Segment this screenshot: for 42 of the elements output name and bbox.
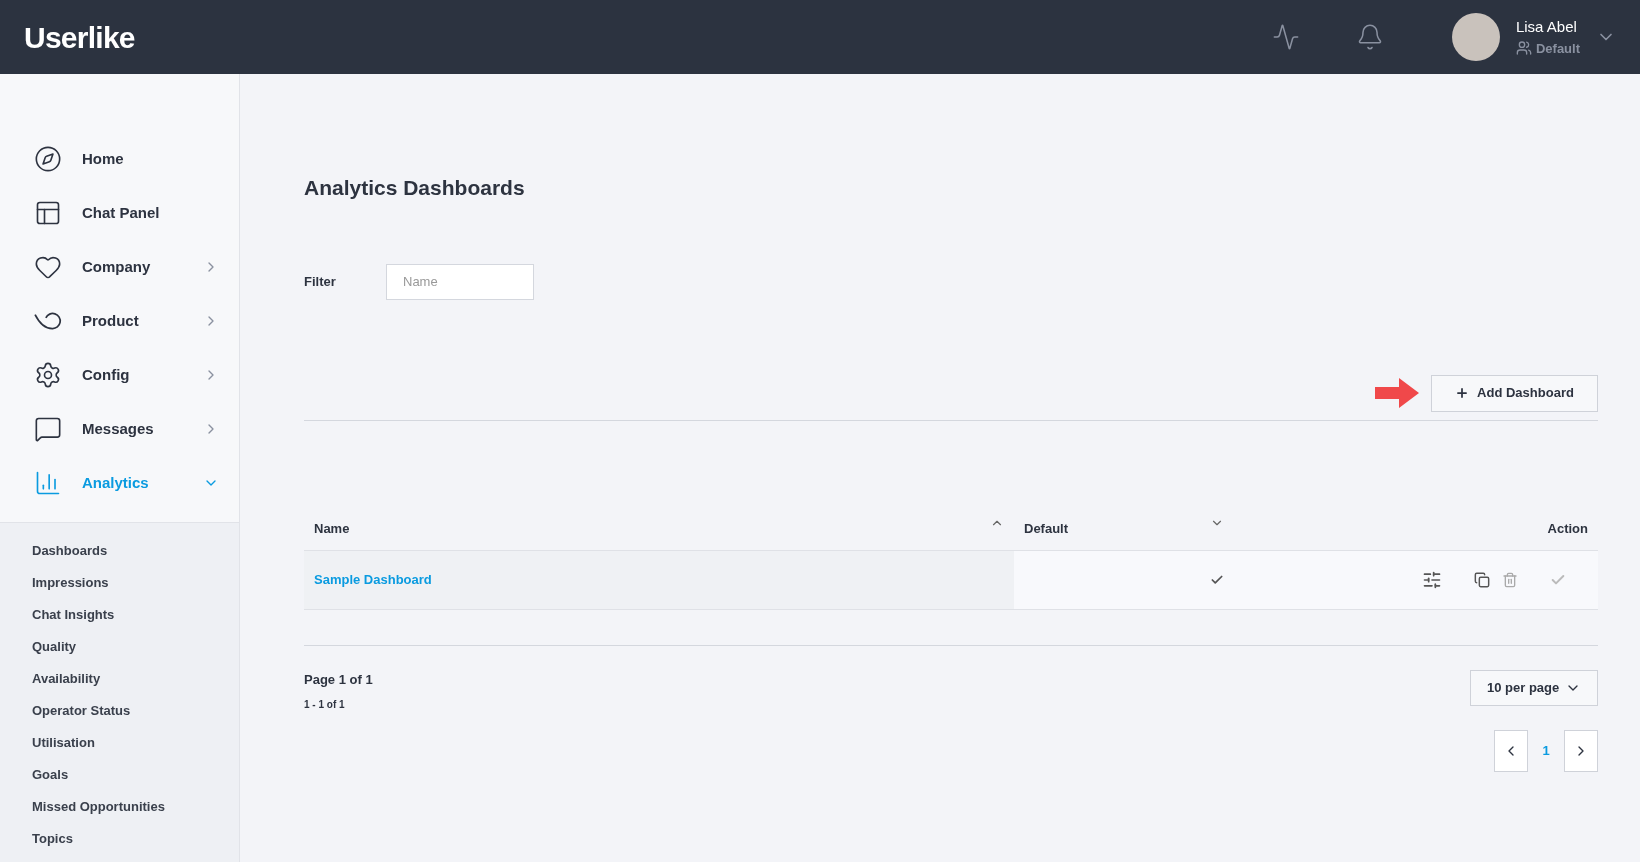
range-label: 1 - 1 of 1 — [304, 698, 346, 712]
add-dashboard-button[interactable]: Add Dashboard — [1431, 374, 1598, 412]
column-header[interactable]: Action — [1547, 519, 1588, 539]
submenu-item[interactable]: Operator Status — [0, 695, 239, 727]
compass-icon — [34, 145, 62, 173]
name-filter-field[interactable]: Name — [386, 263, 534, 300]
avatar[interactable] — [1451, 13, 1500, 61]
submenu-item[interactable]: Chat Insights — [0, 599, 239, 631]
sidebar-item[interactable]: Product — [0, 294, 239, 348]
submenu-item[interactable]: Goals — [0, 759, 239, 791]
user-name: Lisa Abel — [1515, 17, 1578, 37]
logo[interactable]: Userlike — [24, 14, 135, 60]
bar-chart-icon — [34, 469, 62, 497]
activity-icon[interactable] — [1271, 23, 1300, 51]
sidebar-item[interactable]: Company — [0, 240, 239, 294]
submenu-item[interactable]: Topics — [0, 823, 239, 855]
sidebar-item[interactable]: Messages — [0, 402, 239, 456]
filter-label: Filter — [304, 272, 337, 291]
submenu-item[interactable]: Availability — [0, 663, 239, 695]
arrow-icon — [1375, 378, 1419, 408]
submenu-item[interactable]: Impressions — [0, 567, 239, 599]
plus-icon — [1455, 386, 1470, 400]
copy-icon[interactable] — [1474, 571, 1490, 588]
sidebar-item[interactable]: Home — [0, 132, 239, 186]
column-header[interactable]: Default — [1024, 519, 1069, 539]
column-header[interactable]: Name — [314, 519, 350, 539]
per-page-select[interactable]: 10 per page — [1470, 669, 1598, 706]
user-role: Default — [1535, 39, 1580, 58]
page-label: Page 1 of 1 — [304, 670, 373, 689]
settings-icon — [34, 361, 62, 389]
submenu-item[interactable]: Missed Opportunities — [0, 791, 239, 823]
users-icon — [1515, 40, 1532, 57]
sidebar-item[interactable]: Chat Panel — [0, 186, 239, 240]
submenu-item[interactable]: Utilisation — [0, 727, 239, 759]
page-title: Analytics Dashboards — [304, 175, 526, 201]
message-icon — [34, 415, 62, 443]
submenu-item[interactable]: Dashboards — [0, 535, 239, 567]
submenu-item[interactable]: Quality — [0, 631, 239, 663]
sidebar-item[interactable]: Config — [0, 348, 239, 402]
delete-icon[interactable] — [1502, 571, 1518, 588]
browser-window-icon — [34, 199, 62, 227]
settings-icon[interactable] — [1422, 569, 1442, 590]
